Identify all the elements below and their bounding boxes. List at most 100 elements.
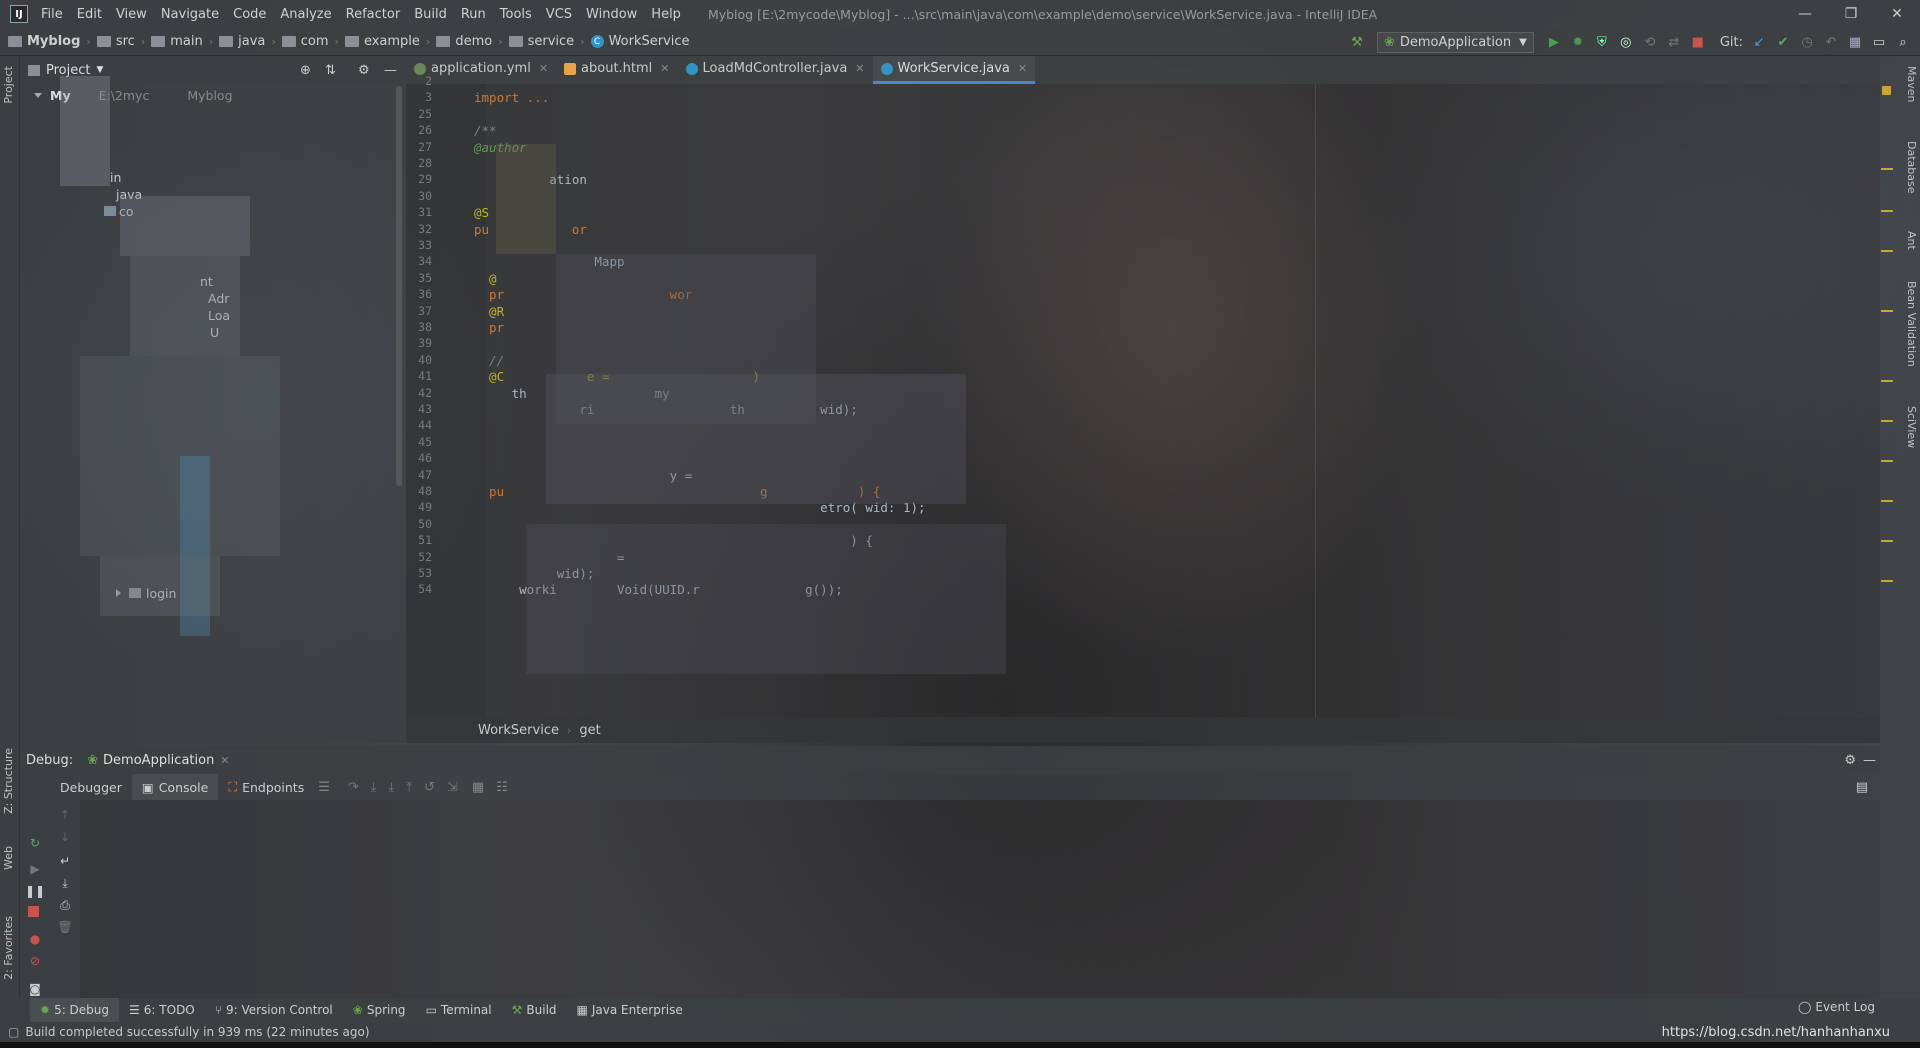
menu-run[interactable]: Run [454, 7, 493, 22]
restore-layout-icon[interactable]: ▤ [1856, 780, 1868, 795]
scroll-to-end-icon[interactable]: ⤓ [58, 876, 72, 890]
down-arrow-icon[interactable]: ↓ [58, 830, 72, 844]
maximize-button[interactable]: ❐ [1828, 0, 1874, 28]
clear-all-icon[interactable]: 🗑 [57, 920, 72, 934]
git-history-icon[interactable]: ◷ [1796, 31, 1818, 53]
breadcrumb-main[interactable]: main [147, 34, 206, 49]
console-output[interactable] [80, 800, 1880, 998]
menu-build[interactable]: Build [407, 7, 454, 22]
update-icon[interactable]: ⇄ [1663, 31, 1685, 53]
warning-marker[interactable] [1881, 580, 1893, 582]
warning-marker[interactable] [1881, 210, 1893, 212]
menu-edit[interactable]: Edit [70, 7, 109, 22]
editor-crumb-class[interactable]: WorkService [478, 723, 559, 738]
tool-tab-build[interactable]: ⚒ Build [502, 998, 567, 1022]
warning-marker[interactable] [1881, 500, 1893, 502]
profile-icon[interactable]: ◎ [1615, 31, 1637, 53]
tool-tab-terminal[interactable]: ▭ Terminal [416, 998, 502, 1022]
breadcrumb-com[interactable]: com [278, 34, 333, 49]
tree-item[interactable]: in [110, 168, 121, 186]
menu-code[interactable]: Code [226, 7, 273, 22]
debug-session-tab[interactable]: DemoApplication [103, 753, 214, 768]
breadcrumb-java[interactable]: java [215, 34, 269, 49]
camera-icon[interactable]: ◙ [28, 982, 42, 996]
tab-workservice[interactable]: WorkService.java ✕ [872, 56, 1036, 84]
warning-marker[interactable] [1881, 250, 1893, 252]
git-rollback-icon[interactable]: ↶ [1820, 31, 1842, 53]
menu-vcs[interactable]: VCS [539, 7, 579, 22]
search-icon[interactable]: ⌕ [1892, 31, 1914, 53]
code-editor[interactable]: 2 3 25 26 27 28 29 30 31 32 33 34 35 36 37 38 39 40 41 42 43… [406, 74, 1880, 717]
project-structure-icon[interactable]: ▦ [1844, 31, 1866, 53]
tool-tab-bean-validation[interactable]: Bean Validation [1905, 281, 1918, 367]
evaluate-icon[interactable]: ▦ [472, 780, 484, 795]
attach-icon[interactable]: ⟲ [1639, 31, 1661, 53]
warning-marker[interactable] [1881, 168, 1893, 170]
step-over-icon[interactable]: ↷ [348, 780, 359, 795]
hide-panel-icon[interactable]: — [1863, 753, 1876, 768]
trace-icon[interactable]: ☷ [496, 780, 508, 795]
tab-about-html[interactable]: about.html ✕ [556, 56, 677, 84]
status-icon[interactable]: ▢ [8, 1025, 19, 1039]
tool-tab-maven[interactable]: Maven [1905, 66, 1918, 102]
close-tab-icon[interactable]: ✕ [660, 62, 669, 75]
soft-wrap-icon[interactable]: ↵ [58, 854, 72, 868]
breadcrumb-demo[interactable]: demo [432, 34, 496, 49]
stop-icon[interactable] [28, 906, 39, 917]
tool-tab-java-enterprise[interactable]: ▦ Java Enterprise [567, 998, 693, 1022]
menu-help[interactable]: Help [644, 7, 688, 22]
tab-debugger[interactable]: Debugger [50, 774, 132, 800]
tool-tab-version-control[interactable]: ⑂ 9: Version Control [205, 998, 343, 1022]
editor-crumb-method[interactable]: get [579, 723, 600, 738]
menu-file[interactable]: File [34, 7, 70, 22]
warning-marker[interactable] [1881, 420, 1893, 422]
tool-tab-todo[interactable]: ☰ 6: TODO [119, 998, 205, 1022]
tab-endpoints[interactable]: ⛶ Endpoints [218, 774, 314, 800]
tool-tab-structure[interactable]: Z: Structure [2, 748, 15, 814]
build-hammer-icon[interactable]: ⚒ [1346, 31, 1368, 53]
drop-frame-icon[interactable]: ↺ [424, 780, 435, 795]
step-into-icon[interactable]: ⤓ [371, 780, 377, 795]
locate-icon[interactable]: ⊕ [300, 63, 311, 78]
coverage-icon[interactable]: ⛨ [1591, 31, 1613, 53]
warning-indicator-icon[interactable] [1882, 86, 1891, 95]
tool-tab-favorites[interactable]: 2: Favorites [2, 916, 15, 980]
run-icon[interactable]: ▶ [1543, 31, 1565, 53]
menu-refactor[interactable]: Refactor [339, 7, 408, 22]
breadcrumb-example[interactable]: example [341, 34, 424, 49]
layout-icon[interactable]: ☰ [318, 780, 330, 795]
event-log-tab[interactable]: ◯ Event Log [1798, 1000, 1875, 1014]
breadcrumb-src[interactable]: src [93, 34, 139, 49]
up-arrow-icon[interactable]: ↑ [58, 808, 72, 822]
run-configuration-select[interactable]: ❀ DemoApplication ▼ [1376, 31, 1534, 53]
project-scrollbar[interactable] [396, 86, 402, 486]
chevron-down-icon[interactable]: ▼ [96, 65, 103, 75]
view-breakpoints-icon[interactable]: ● [28, 932, 42, 946]
pause-icon[interactable]: ❚❚ [25, 884, 45, 898]
close-tab-icon[interactable]: ✕ [855, 62, 864, 75]
warning-marker[interactable] [1881, 460, 1893, 462]
warning-marker[interactable] [1881, 540, 1893, 542]
tool-tab-debug[interactable]: ✹ 5: Debug [30, 998, 120, 1022]
warning-marker[interactable] [1881, 310, 1893, 312]
git-commit-icon[interactable]: ✔ [1772, 31, 1794, 53]
git-update-icon[interactable]: ↙ [1748, 31, 1770, 53]
menu-analyze[interactable]: Analyze [273, 7, 338, 22]
menu-navigate[interactable]: Navigate [154, 7, 226, 22]
print-icon[interactable]: ⎙ [58, 898, 72, 912]
window-layout-icon[interactable]: ▭ [1868, 31, 1890, 53]
close-button[interactable]: ✕ [1874, 0, 1920, 28]
tab-console[interactable]: ▣ Console [131, 774, 219, 800]
tool-tab-project[interactable]: Project [2, 66, 15, 104]
warning-marker[interactable] [1881, 380, 1893, 382]
mute-breakpoints-icon[interactable]: ⊘ [28, 954, 42, 968]
breadcrumb-service[interactable]: service [505, 34, 579, 49]
close-tab-icon[interactable]: ✕ [1018, 62, 1027, 75]
menu-view[interactable]: View [109, 7, 154, 22]
tool-tab-database[interactable]: Database [1905, 141, 1918, 194]
close-tab-icon[interactable]: ✕ [220, 754, 229, 767]
close-tab-icon[interactable]: ✕ [539, 62, 548, 75]
resume-icon[interactable]: ▶ [28, 862, 42, 876]
tool-tab-ant[interactable]: Ant [1905, 231, 1918, 250]
menu-tools[interactable]: Tools [493, 7, 539, 22]
